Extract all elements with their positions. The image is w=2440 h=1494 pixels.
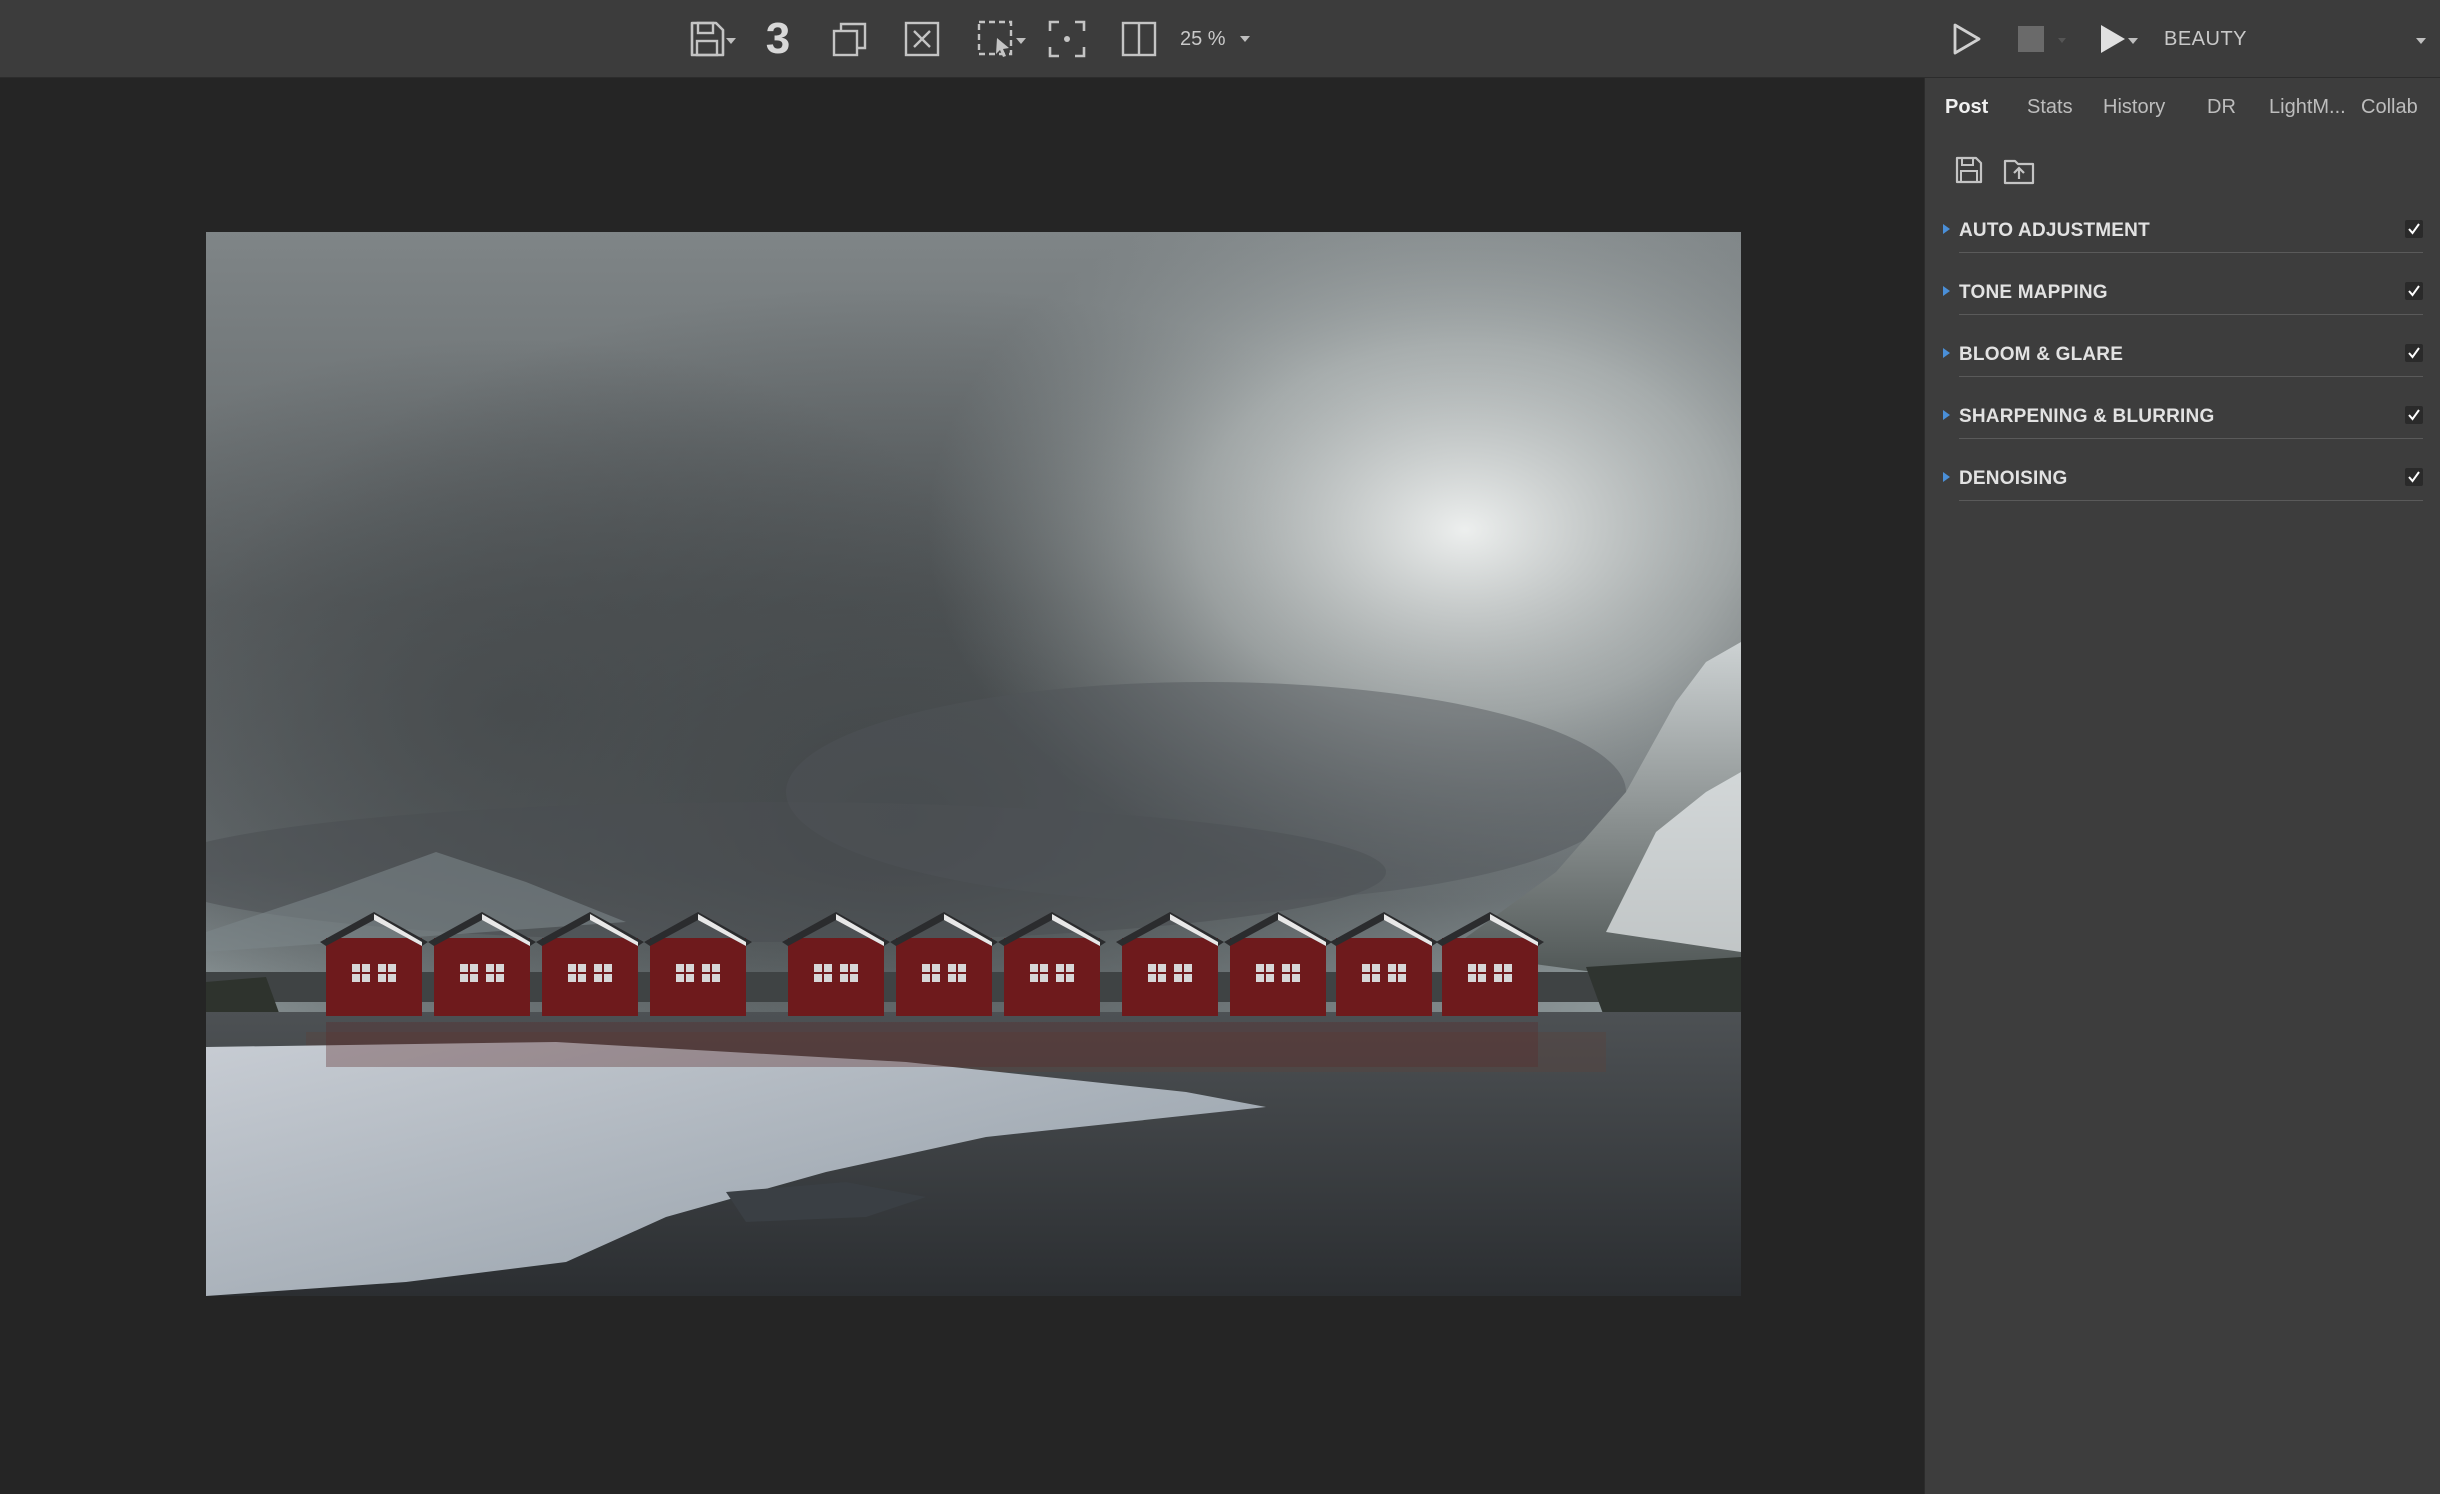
save-preset-button[interactable] [1951,152,1987,188]
save-dropdown-caret[interactable] [726,38,736,44]
section-sharpening-blurring[interactable]: SHARPENING & BLURRING [1943,402,2427,442]
section-divider [1959,376,2423,377]
expand-arrow-icon[interactable] [1943,410,1950,420]
chevron-down-icon [1239,36,1250,42]
tab-stats[interactable]: Stats [2027,96,2073,119]
start-interactive-button[interactable] [2080,14,2144,64]
load-preset-button[interactable] [2001,152,2037,188]
zoom-select[interactable]: 25 % [1180,14,1260,64]
region-render-icon [977,20,1013,57]
rendered-scene-image [206,232,1741,1296]
tab-collab[interactable]: Collab [2361,96,2418,119]
compare-split-icon [1121,21,1157,57]
section-title: SHARPENING & BLURRING [1959,406,2215,427]
sharpening-blurring-checkbox[interactable] [2405,406,2423,424]
checkmark-icon [2408,347,2420,359]
checkmark-icon [2408,471,2420,483]
section-title: TONE MAPPING [1959,282,2108,303]
stop-render-button[interactable] [2006,14,2066,64]
section-divider [1959,438,2423,439]
section-bloom-glare[interactable]: BLOOM & GLARE [1943,340,2427,380]
section-title: DENOISING [1959,468,2068,489]
render-channel-select[interactable]: BEAUTY [2164,14,2434,64]
save-preset-icon [1955,156,1983,184]
expand-arrow-icon[interactable] [1943,224,1950,234]
stop-render-icon [2018,26,2044,52]
preset-toolbar [1951,152,2037,192]
render-channel-value: BEAUTY [2164,27,2248,50]
panel-tabs: Post Stats History DR LightM... Collab [1925,78,2440,136]
copy-icon [832,22,867,57]
stop-dropdown-caret [2058,38,2066,43]
checkmark-icon [2408,285,2420,297]
section-divider [1959,252,2423,253]
section-title: BLOOM & GLARE [1959,344,2124,365]
bloom-glare-checkbox[interactable] [2405,344,2423,362]
section-divider [1959,500,2423,501]
save-image-button[interactable] [672,14,742,64]
expand-arrow-icon[interactable] [1943,472,1950,482]
post-processing-panel: Post Stats History DR LightM... Collab A… [1924,78,2440,1494]
toolbar: 3 25 % BEAUTY [0,0,2440,78]
start-interactive-icon [2101,25,2125,53]
denoising-checkbox[interactable] [2405,468,2423,486]
clear-image-button[interactable] [898,14,946,64]
auto-adjustment-checkbox[interactable] [2405,220,2423,238]
render-image [206,232,1741,1296]
load-preset-icon [2003,159,2035,185]
expand-arrow-icon[interactable] [1943,286,1950,296]
copy-button[interactable] [826,14,874,64]
tone-mapping-checkbox[interactable] [2405,282,2423,300]
zoom-value: 25 % [1180,27,1226,50]
save-icon [690,21,725,57]
section-denoising[interactable]: DENOISING [1943,464,2427,504]
focus-button[interactable] [1042,14,1092,64]
focus-icon [1048,20,1086,58]
expand-arrow-icon[interactable] [1943,348,1950,358]
chevron-down-icon [2416,38,2426,44]
section-auto-adjustment[interactable]: AUTO ADJUSTMENT [1943,216,2427,256]
tab-history[interactable]: History [2103,96,2165,119]
start-render-button[interactable] [1944,14,1988,64]
region-render-button[interactable] [962,14,1030,64]
compare-split-button[interactable] [1114,14,1164,64]
checkmark-icon [2408,223,2420,235]
render-count[interactable]: 3 [756,14,800,64]
start-dropdown-caret[interactable] [2128,38,2138,44]
section-divider [1959,314,2423,315]
region-dropdown-caret[interactable] [1016,38,1026,44]
checkmark-icon [2408,409,2420,421]
tab-dr[interactable]: DR [2207,96,2236,119]
section-tone-mapping[interactable]: TONE MAPPING [1943,278,2427,318]
start-render-icon [1953,23,1981,55]
section-title: AUTO ADJUSTMENT [1959,220,2150,241]
frame-buffer-viewport[interactable] [0,79,1924,1494]
tab-lightmix[interactable]: LightM... [2269,96,2346,119]
tab-post[interactable]: Post [1945,96,1988,119]
clear-icon [904,21,940,57]
